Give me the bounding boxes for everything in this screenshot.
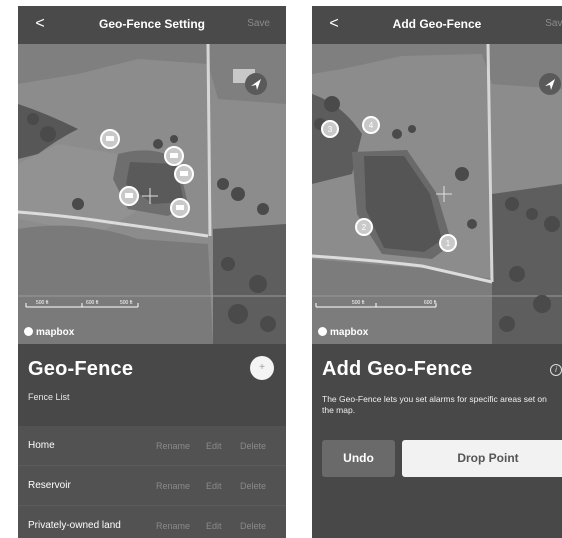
mapbox-label: mapbox (36, 327, 75, 338)
locate-me-icon[interactable] (539, 73, 561, 95)
top-bar: < Add Geo-Fence Save (312, 6, 562, 44)
geo-fence-panel: Geo-Fence + Fence List Home Rename Edit … (18, 344, 286, 538)
scale-label: 500 ft (352, 300, 365, 306)
point-number: 3 (328, 125, 333, 134)
map-pin[interactable] (170, 198, 190, 218)
rename-button[interactable]: Rename (156, 441, 190, 451)
fence-point[interactable]: 2 (355, 218, 373, 236)
fence-row: Home Rename Edit Delete (18, 426, 286, 466)
section-title: Geo-Fence (28, 358, 134, 380)
scale-label: 500 ft (120, 300, 133, 306)
scale-label: 500 ft (36, 300, 49, 306)
add-fence-button[interactable]: + (250, 356, 274, 380)
map-pin[interactable] (100, 129, 120, 149)
scale-label: 600 ft (86, 300, 99, 306)
section-title: Add Geo-Fence (322, 358, 473, 380)
map-view[interactable]: 500 ft 600 ft 500 ft mapbox (18, 44, 286, 344)
edit-button[interactable]: Edit (206, 521, 222, 531)
undo-button[interactable]: Undo (322, 440, 395, 477)
map-pin[interactable] (174, 164, 194, 184)
save-button[interactable]: Save (247, 18, 270, 29)
mapbox-logo: mapbox (318, 327, 368, 338)
page-title: Add Geo-Fence (392, 17, 482, 31)
fence-list-label: Fence List (28, 392, 70, 402)
edit-button[interactable]: Edit (206, 481, 222, 491)
point-number: 4 (369, 121, 374, 130)
fence-point[interactable]: 3 (321, 120, 339, 138)
mapbox-icon (318, 327, 327, 336)
point-number: 2 (362, 223, 367, 232)
fence-point[interactable]: 1 (439, 234, 457, 252)
delete-button[interactable]: Delete (240, 481, 266, 491)
locate-me-icon[interactable] (245, 73, 267, 95)
mapbox-logo: mapbox (24, 327, 74, 338)
mapbox-label: mapbox (330, 327, 369, 338)
fence-row: Privately-owned land Rename Edit Delete (18, 506, 286, 538)
mapbox-icon (24, 327, 33, 336)
fence-row: Reservoir Rename Edit Delete (18, 466, 286, 506)
fence-name: Reservoir (28, 480, 71, 491)
rename-button[interactable]: Rename (156, 521, 190, 531)
delete-button[interactable]: Delete (240, 521, 266, 531)
map-view[interactable]: 1 2 3 4 500 ft 600 ft mapbox (312, 44, 562, 344)
top-bar: < Geo-Fence Setting Save (18, 6, 286, 44)
save-button[interactable]: Save (545, 18, 562, 29)
fence-name: Home (28, 440, 55, 451)
geo-fence-setting-screen: < Geo-Fence Setting Save 500 ft 600 ft 5… (18, 6, 286, 538)
info-icon[interactable]: i (550, 364, 562, 376)
fence-point[interactable]: 4 (362, 116, 380, 134)
rename-button[interactable]: Rename (156, 481, 190, 491)
fence-list: Home Rename Edit Delete Reservoir Rename… (18, 426, 286, 538)
point-number: 1 (446, 239, 451, 248)
map-pin[interactable] (119, 186, 139, 206)
scale-label: 600 ft (424, 300, 437, 306)
drop-point-button[interactable]: Drop Point (402, 440, 562, 477)
delete-button[interactable]: Delete (240, 441, 266, 451)
edit-button[interactable]: Edit (206, 441, 222, 451)
add-geo-fence-screen: < Add Geo-Fence Save (312, 6, 562, 538)
fence-name: Privately-owned land (28, 520, 121, 531)
description-text: The Geo-Fence lets you set alarms for sp… (322, 394, 547, 415)
page-title: Geo-Fence Setting (98, 17, 205, 31)
add-geo-fence-panel: Add Geo-Fence i The Geo-Fence lets you s… (312, 344, 562, 538)
map-pin[interactable] (164, 146, 184, 166)
